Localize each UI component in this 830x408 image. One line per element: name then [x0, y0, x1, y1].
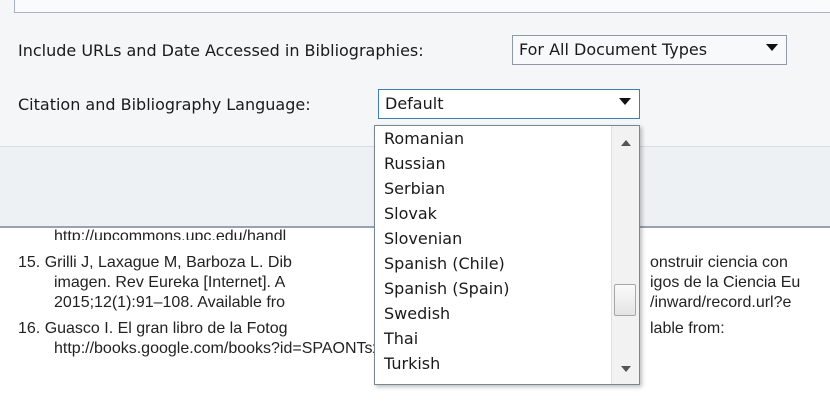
language-option[interactable]: Serbian	[384, 179, 445, 199]
language-dropdown-list[interactable]: Romanian Russian Serbian Slovak Slovenia…	[374, 125, 640, 385]
language-option[interactable]: Swedish	[384, 304, 450, 324]
reference-line: imagen. Rev Eureka [Internet]. A	[54, 274, 286, 291]
scroll-up-icon[interactable]	[621, 140, 631, 146]
scroll-down-icon[interactable]	[621, 366, 631, 372]
language-option[interactable]: Thai	[384, 329, 418, 349]
language-option[interactable]: Slovenian	[384, 229, 462, 249]
reference-line: http://upcommons.upc.edu/handl	[54, 228, 287, 240]
language-dropdown[interactable]: Default	[378, 89, 640, 119]
language-option[interactable]: Spanish (Spain)	[384, 279, 509, 299]
reference-line: 15. Grilli J, Laxague M, Barboza L. Dib	[18, 254, 292, 271]
language-option[interactable]: Spanish (Chile)	[384, 254, 505, 274]
language-option[interactable]: Russian	[384, 154, 446, 174]
language-label: Citation and Bibliography Language:	[18, 95, 311, 114]
urls-dropdown-value: For All Document Types	[519, 40, 708, 59]
language-option[interactable]: Romanian	[384, 129, 464, 149]
reference-line: 16. Guasco I. El gran libro de la Fotog	[18, 320, 288, 337]
language-option[interactable]: Slovak	[384, 204, 437, 224]
reference-line: 2015;12(1):91–108. Available fro	[54, 294, 285, 311]
dropdown-scrollbar[interactable]	[611, 126, 639, 384]
reference-line: lable from:	[650, 320, 725, 337]
reference-line: onstruir ciencia con	[650, 254, 788, 271]
chevron-down-icon	[619, 98, 631, 105]
language-dropdown-value: Default	[385, 94, 444, 113]
urls-label: Include URLs and Date Accessed in Biblio…	[18, 41, 424, 60]
language-option[interactable]: Turkish	[384, 354, 440, 374]
reference-line: /inward/record.url?e	[650, 294, 792, 311]
chevron-down-icon	[766, 44, 778, 51]
options-group-box	[14, 0, 830, 13]
scrollbar-thumb[interactable]	[614, 284, 636, 316]
reference-line: igos de la Ciencia Eu	[650, 274, 801, 291]
urls-dropdown[interactable]: For All Document Types	[512, 35, 787, 65]
